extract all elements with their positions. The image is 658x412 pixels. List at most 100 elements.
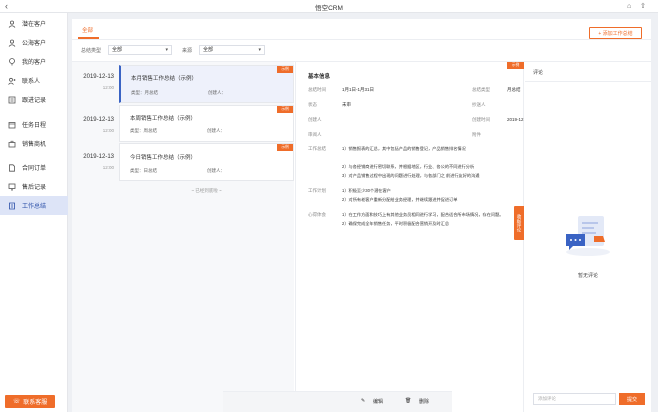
sidebar-item-opportunities[interactable]: 销售商机	[0, 134, 68, 153]
comment-divider	[525, 81, 651, 82]
headset-icon: ☏	[12, 399, 21, 405]
sidebar-item-label: 销售商机	[22, 142, 47, 148]
service-button-label: 联系客服	[23, 400, 48, 406]
source-filter-select[interactable]: 全部 ▾	[199, 45, 265, 55]
list-item-type: 类型：周总结	[130, 128, 157, 133]
list-item-title: 本月销售工作总结（示例）	[131, 76, 198, 82]
list-item-date: 2019-12-13	[83, 154, 114, 160]
created-time-label: 创建时间	[472, 117, 490, 122]
reviewer-label: 审阅人	[308, 132, 322, 137]
sidebar-item-label: 跟进记录	[22, 98, 47, 104]
sidebar-item-aftersales[interactable]: 售后记录	[0, 177, 68, 196]
list-item-time: 12:00	[102, 128, 114, 133]
type-value: 月总结	[507, 87, 521, 92]
plan-line: 1）积极至少30个潜在客户	[342, 188, 391, 193]
list-item-type: 类型：日总结	[130, 168, 157, 173]
list-item-creator: 创建人：	[208, 90, 226, 95]
submit-comment-button[interactable]: 提交	[619, 393, 645, 405]
example-tag: 示例	[277, 144, 293, 151]
list-item[interactable]: 本月销售工作总结（示例） 类型：月总结 创建人： 示例	[119, 65, 294, 103]
list-item-date: 2019-12-13	[83, 74, 114, 80]
list-item-date: 2019-12-13	[83, 117, 114, 123]
share-icon[interactable]: ⇧	[640, 2, 646, 11]
sidebar-item-followups[interactable]: 跟进记录	[0, 90, 68, 109]
collapse-comments-tab[interactable]: 收起评论	[514, 206, 524, 240]
summary-icon	[8, 202, 16, 210]
type-filter-select[interactable]: 全部 ▾	[108, 45, 172, 55]
example-tag: 示例	[277, 66, 293, 73]
chevron-down-icon: ▾	[165, 47, 168, 53]
reflection-line: 1）在工作方面和技巧上有其他业务员相同进行学习，配合适合所市场情况，存在问题。	[342, 212, 504, 217]
reflection-line: 2）确保完成全年销售任务，平时积极配合营销开及时汇总	[342, 221, 450, 226]
sidebar-item-contacts[interactable]: 联系人	[0, 71, 68, 90]
opportunity-icon	[8, 140, 16, 148]
empty-comment-illustration-icon	[566, 216, 610, 256]
followup-icon	[8, 96, 16, 104]
add-summary-button[interactable]: + 添加工作总结	[589, 27, 642, 39]
sidebar-item-work-summary[interactable]: 工作总结	[0, 196, 68, 215]
sidebar-item-label: 潜在客户	[22, 22, 47, 28]
summary-detail: 基本信息 示例 总结时间 1月1日-1月31日 总结类型 月总结 状态 未审 抄…	[295, 62, 524, 412]
sidebar-item-public-customers[interactable]: 公海客户	[0, 33, 68, 52]
summary-line: 3）对产品销售过程中出现的问题进行处理，与各部门之 前进行友好的沟通	[342, 173, 480, 178]
list-item-title: 本周销售工作总结（示例）	[130, 116, 197, 122]
public-customer-icon	[8, 39, 16, 47]
list-item[interactable]: 今日销售工作总结（示例） 类型：日总结 创建人： 示例	[119, 143, 294, 181]
title-bar: ‹ 悟空CRM ⌂ ⇧	[0, 0, 658, 13]
source-filter-value: 全部	[203, 47, 214, 53]
sidebar-item-label: 工作总结	[22, 204, 47, 210]
delete-button[interactable]: 删除	[419, 398, 429, 405]
comment-header: 评论	[533, 70, 544, 76]
sidebar-item-label: 任务日程	[22, 123, 47, 129]
period-label: 总结时间	[308, 87, 326, 92]
list-item[interactable]: 本周销售工作总结（示例） 类型：周总结 创建人： 示例	[119, 105, 294, 142]
sidebar-item-label: 联系人	[22, 79, 41, 85]
list-item-creator: 创建人：	[207, 168, 225, 173]
list-item-creator: 创建人：	[207, 128, 225, 133]
window-title: 悟空CRM	[315, 5, 343, 12]
cc-label: 抄送人	[472, 102, 486, 107]
delete-icon[interactable]: 🗑	[405, 398, 411, 404]
reflection-label: 心得体会	[308, 212, 326, 217]
period-value: 1月1日-1月31日	[342, 87, 375, 92]
edit-icon[interactable]: ✎	[361, 398, 365, 404]
sidebar-item-label: 合同订单	[22, 166, 47, 172]
summary-list: 2019-12-13 12:00 本月销售工作总结（示例） 类型：月总结 创建人…	[72, 62, 294, 412]
status-value: 未审	[342, 102, 351, 107]
home-icon[interactable]: ⌂	[627, 2, 631, 11]
sidebar-item-label: 我的客户	[22, 60, 47, 66]
list-item-type: 类型：月总结	[131, 90, 158, 95]
plan-label: 工作计划	[308, 188, 326, 193]
sidebar-item-potential-customers[interactable]: 潜在客户	[0, 14, 68, 33]
example-tag: 示例	[507, 62, 524, 69]
type-filter-label: 总结类型	[81, 48, 102, 54]
contact-icon	[8, 77, 16, 85]
type-filter-value: 全部	[112, 47, 123, 53]
creator-label: 创建人	[308, 117, 322, 122]
edit-button[interactable]: 编辑	[373, 398, 383, 405]
plan-line: 2）对所有老客户重新分配给业务经理，并继续跟进并促进订单	[342, 197, 458, 202]
source-filter-label: 来源	[182, 48, 193, 54]
contract-icon	[8, 163, 16, 172]
empty-comment-text: 暂无评论	[577, 273, 598, 279]
status-label: 状态	[308, 102, 317, 107]
list-end-text: ~ 已经到底啦 ~	[191, 188, 222, 193]
detail-footer: ✎ 编辑 🗑 删除	[223, 391, 452, 412]
sidebar-item-my-customers[interactable]: 我的客户	[0, 52, 68, 71]
list-item-title: 今日销售工作总结（示例）	[130, 155, 197, 161]
chevron-down-icon: ▾	[258, 47, 261, 53]
sidebar-item-tasks[interactable]: 任务日程	[0, 115, 68, 134]
attachment-label: 附件	[472, 132, 481, 137]
list-item-time: 12:00	[102, 165, 114, 170]
comment-input[interactable]: 添加评论	[533, 393, 616, 405]
sidebar-item-label: 售后记录	[22, 185, 47, 191]
sidebar-item-contracts[interactable]: 合同订单	[0, 158, 68, 177]
example-tag: 示例	[277, 106, 293, 113]
list-item-time: 12:00	[102, 85, 114, 90]
summary-label: 工作总结	[308, 146, 326, 151]
tab-all[interactable]: 全部	[82, 26, 93, 34]
task-icon	[8, 121, 16, 129]
contact-service-button[interactable]: ☏ 联系客服	[5, 395, 55, 408]
summary-line: 2）与各经销商进行密切联系，并根据地区，行业、各公的不同进行分析	[342, 164, 475, 169]
comment-panel: 评论 暂无评论 添加评论 提交	[525, 62, 651, 412]
